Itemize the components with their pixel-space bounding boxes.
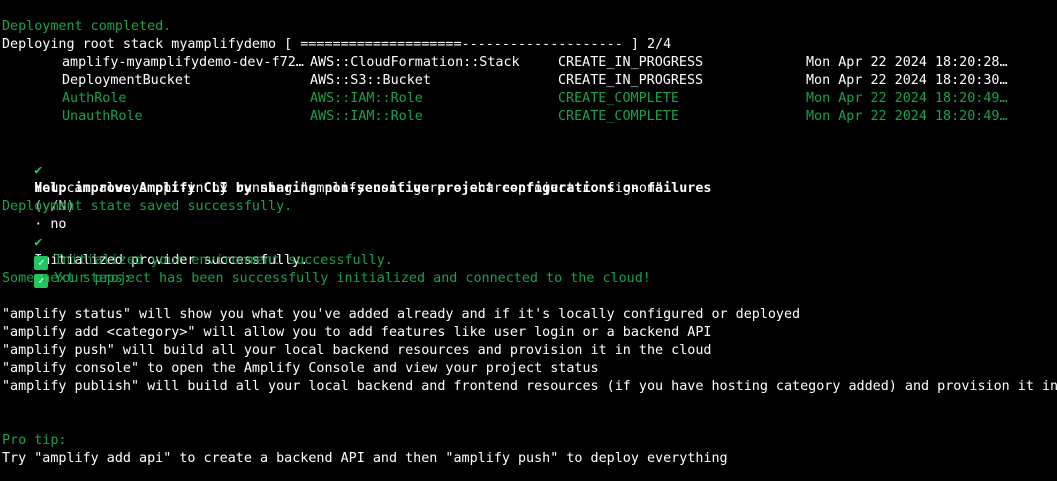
step-console-line: "amplify console" to open the Amplify Co… — [2, 361, 599, 376]
resource-name: AuthRole — [62, 91, 127, 106]
pro-tip-label: Pro tip: — [2, 433, 67, 448]
pro-tip-text: Try "amplify add api" to create a backen… — [2, 451, 728, 466]
checkmark-icon: ✔ — [34, 163, 43, 178]
stack-resource-row: AuthRole AWS::IAM::Role CREATE_COMPLETE … — [0, 90, 1057, 108]
step-push-line: "amplify push" will build all your local… — [2, 343, 712, 358]
stack-resource-row: amplify-myamplifydemo-dev-f72… AWS::Clou… — [0, 54, 1057, 72]
resource-time: Mon Apr 22 2024 18:20:49… — [806, 91, 1008, 106]
resource-status: CREATE_IN_PROGRESS — [558, 55, 704, 70]
resource-type: AWS::IAM::Role — [310, 109, 423, 124]
initialized-provider-line: ✔ Initialized provider successfully. — [2, 216, 308, 268]
some-next-steps-heading: Some next steps: — [2, 271, 131, 286]
deploying-root-stack-line: Deploying root stack myamplifydemo [ ===… — [2, 37, 672, 52]
resource-type: AWS::IAM::Role — [310, 91, 423, 106]
resource-name: UnauthRole — [62, 109, 143, 124]
step-publish-line: "amplify publish" will build all your lo… — [2, 379, 1057, 394]
terminal-window[interactable]: Deployment completed. Deploying root sta… — [0, 0, 1057, 481]
resource-status: CREATE_COMPLETE — [558, 91, 679, 106]
resource-type: AWS::S3::Bucket — [310, 73, 431, 88]
stack-resource-row: UnauthRole AWS::IAM::Role CREATE_COMPLET… — [0, 108, 1057, 126]
resource-status: CREATE_COMPLETE — [558, 109, 679, 124]
initialized-environment-line: ✓ Initialized your environment successful… — [2, 234, 393, 270]
resource-name: amplify-myamplifydemo-dev-f72… — [62, 55, 304, 70]
resource-type: AWS::CloudFormation::Stack — [310, 55, 520, 70]
resource-status: CREATE_IN_PROGRESS — [558, 73, 704, 88]
opt-in-hint-line: You can always opt-in by running "amplif… — [2, 181, 664, 196]
stack-resource-row: DeploymentBucket AWS::S3::Bucket CREATE_… — [0, 72, 1057, 90]
step-status-line: "amplify status" will show you what you'… — [2, 307, 801, 322]
project-initialized-text: Your project has been successfully initi… — [54, 271, 651, 286]
step-add-line: "amplify add <category>" will allow you … — [2, 325, 712, 340]
deployment-state-saved-line: Deployment state saved successfully. — [2, 199, 293, 214]
help-improve-prompt: ✔ Help improve Amplify CLI by sharing no… — [2, 144, 711, 232]
resource-time: Mon Apr 22 2024 18:20:28… — [806, 55, 1008, 70]
resource-time: Mon Apr 22 2024 18:20:49… — [806, 109, 1008, 124]
deployment-completed-line: Deployment completed. — [2, 19, 172, 34]
project-initialized-line: ✓ Your project has been successfully init… — [2, 252, 651, 288]
resource-name: DeploymentBucket — [62, 73, 191, 88]
resource-time: Mon Apr 22 2024 18:20:30… — [806, 73, 1008, 88]
